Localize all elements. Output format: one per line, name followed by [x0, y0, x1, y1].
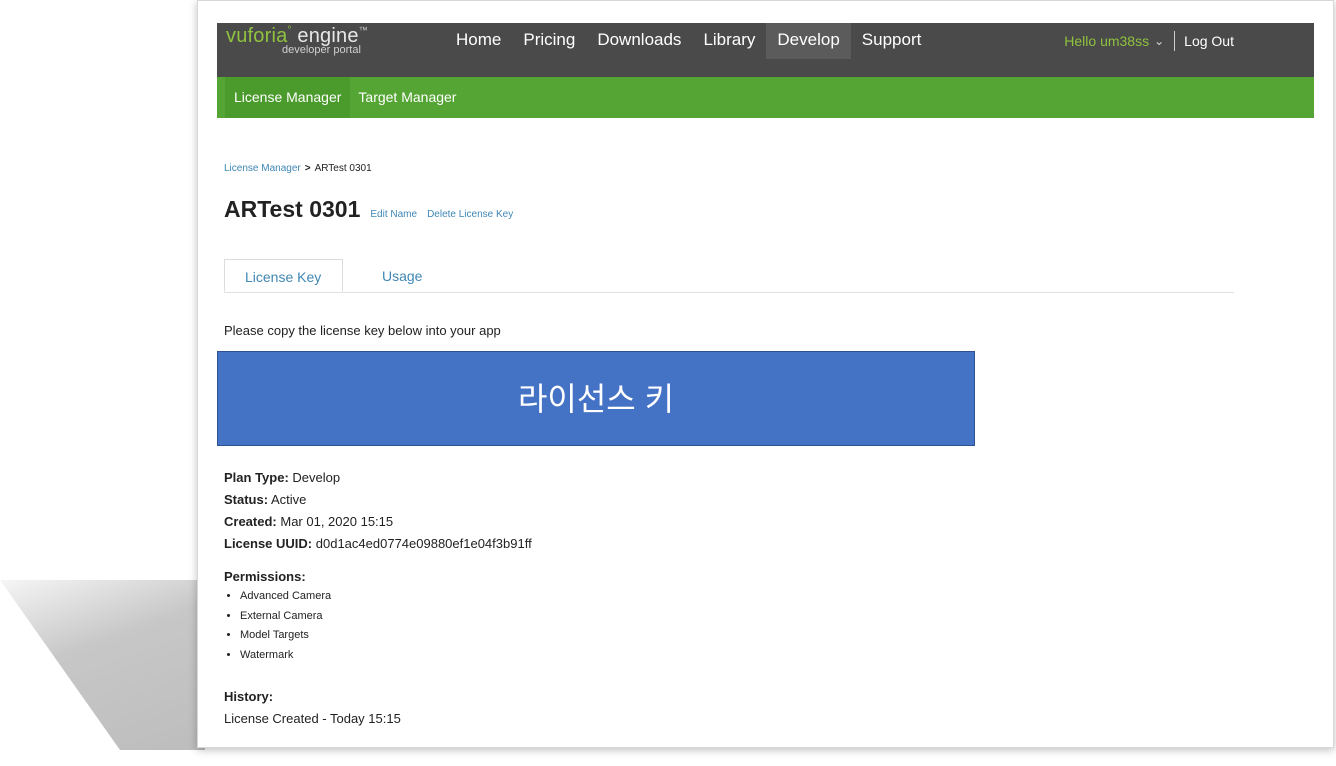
plan-type-label: Plan Type: [224, 470, 289, 485]
status-value: Active [270, 492, 307, 507]
created-value: Mar 01, 2020 15:15 [280, 514, 394, 529]
page-title: ARTest 0301 [224, 196, 361, 222]
subnav-target-manager[interactable]: Target Manager [350, 77, 464, 118]
browser-frame: vuforia° engine™ developer portal Home P… [197, 0, 1334, 748]
created-row: Created: Mar 01, 2020 15:15 [224, 511, 532, 533]
logo-brand: vuforia [226, 25, 288, 47]
title-row: ARTest 0301 Edit Name Delete License Key [224, 196, 513, 223]
tab-usage[interactable]: Usage [362, 259, 442, 292]
chevron-down-icon[interactable]: ⌄ [1154, 34, 1164, 48]
subnav-license-manager[interactable]: License Manager [225, 77, 351, 118]
divider [1174, 31, 1176, 51]
breadcrumb: License Manager > ARTest 0301 [224, 163, 372, 174]
breadcrumb-current: ARTest 0301 [314, 163, 372, 174]
list-item: Advanced Camera [240, 587, 331, 607]
breadcrumb-parent[interactable]: License Manager [224, 163, 301, 174]
nav-downloads[interactable]: Downloads [586, 23, 692, 59]
permissions-section: Permissions: Advanced Camera External Ca… [224, 567, 331, 665]
list-item: Watermark [240, 646, 331, 666]
uuid-value: d0d1ac4ed0774e09880ef1e04f3b91ff [315, 536, 532, 551]
history-heading: History: [224, 689, 274, 704]
breadcrumb-separator-icon: > [304, 163, 311, 174]
main-nav: Home Pricing Downloads Library Develop S… [445, 23, 932, 59]
nav-home[interactable]: Home [445, 23, 512, 59]
decorative-shadow [0, 580, 205, 750]
nav-pricing[interactable]: Pricing [512, 23, 586, 59]
license-key-box[interactable]: 라이선스 키 [217, 351, 975, 446]
user-area: Hello um38ss ⌄ Log Out [1064, 31, 1234, 51]
sub-navbar: License Manager Target Manager [217, 77, 1314, 118]
tab-license-key[interactable]: License Key [224, 259, 343, 292]
vuforia-logo[interactable]: vuforia° engine™ developer portal [226, 25, 368, 56]
instruction-text: Please copy the license key below into y… [224, 323, 501, 338]
permissions-heading: Permissions: [224, 569, 306, 584]
plan-type-row: Plan Type: Develop [224, 467, 532, 489]
plan-type-value: Develop [292, 470, 341, 485]
status-label: Status: [224, 492, 269, 507]
license-details: Plan Type: Develop Status: Active Create… [224, 467, 532, 555]
uuid-row: License UUID: d0d1ac4ed0774e09880ef1e04f… [224, 533, 532, 555]
logout-link[interactable]: Log Out [1184, 33, 1234, 49]
history-section: History: License Created - Today 15:15 [224, 686, 401, 730]
permissions-list: Advanced Camera External Camera Model Ta… [224, 587, 331, 665]
delete-license-key-link[interactable]: Delete License Key [427, 209, 513, 220]
list-item: Model Targets [240, 626, 331, 646]
top-navbar: vuforia° engine™ developer portal Home P… [217, 23, 1314, 77]
user-greeting[interactable]: Hello um38ss [1064, 33, 1149, 49]
nav-develop[interactable]: Develop [766, 23, 851, 59]
uuid-label: License UUID: [224, 536, 313, 551]
logo-subtitle: developer portal [282, 44, 361, 56]
nav-support[interactable]: Support [851, 23, 933, 59]
status-row: Status: Active [224, 489, 532, 511]
list-item: External Camera [240, 607, 331, 627]
nav-library[interactable]: Library [692, 23, 766, 59]
edit-name-link[interactable]: Edit Name [370, 209, 417, 220]
history-entry: License Created - Today 15:15 [224, 711, 401, 726]
created-label: Created: [224, 514, 277, 529]
tab-bar: License Key Usage [224, 259, 1234, 293]
